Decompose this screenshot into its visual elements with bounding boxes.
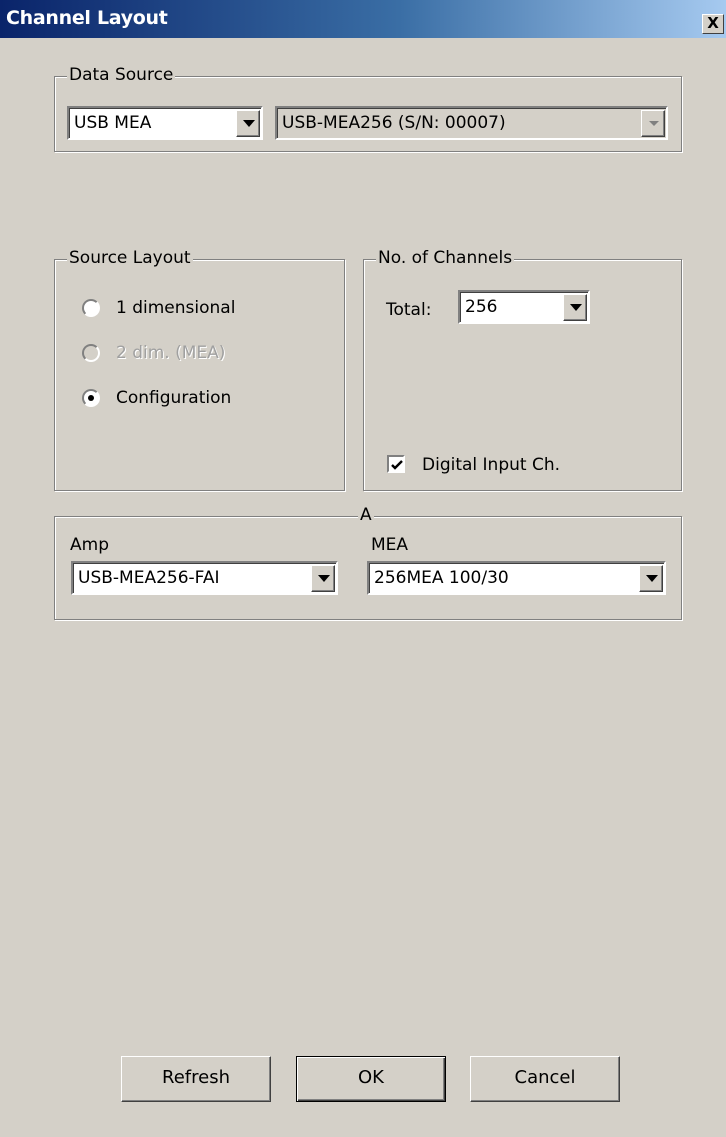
- source-type-select[interactable]: USB MEA: [67, 106, 263, 140]
- channels-legend: No. of Channels: [376, 248, 515, 268]
- chevron-down-icon: [243, 120, 255, 127]
- total-channels-value: 256: [465, 297, 498, 317]
- chevron-down-icon: [318, 575, 330, 582]
- refresh-button[interactable]: Refresh: [121, 1056, 271, 1102]
- close-button[interactable]: X: [702, 14, 724, 34]
- amp-value: USB-MEA256-FAI: [78, 568, 220, 588]
- mea-label: MEA: [371, 535, 409, 555]
- dropdown-button[interactable]: [641, 110, 665, 137]
- radio-selected-dot: [88, 395, 94, 401]
- mea-select[interactable]: 256MEA 100/30: [367, 561, 666, 595]
- window-title: Channel Layout: [6, 7, 168, 29]
- amp-mea-group-legend: A: [358, 505, 374, 525]
- title-bar: Channel Layout X: [0, 0, 726, 38]
- radio-configuration[interactable]: [82, 389, 100, 407]
- ok-button[interactable]: OK: [296, 1056, 446, 1102]
- dropdown-button[interactable]: [311, 565, 335, 592]
- source-layout-legend: Source Layout: [67, 248, 193, 268]
- amp-select[interactable]: USB-MEA256-FAI: [71, 561, 338, 595]
- close-icon: X: [707, 14, 719, 32]
- chevron-down-icon: [646, 575, 658, 582]
- digital-input-checkbox[interactable]: [387, 455, 405, 473]
- source-layout-group: Source Layout: [54, 248, 345, 491]
- radio-2-dim-mea-label[interactable]: 2 dim. (MEA): [116, 343, 225, 363]
- radio-2-dim-mea[interactable]: [82, 344, 100, 362]
- radio-1-dimensional-label[interactable]: 1 dimensional: [116, 298, 235, 318]
- dropdown-button[interactable]: [563, 294, 587, 321]
- checkmark-icon: [391, 460, 403, 470]
- chevron-down-icon: [570, 304, 582, 311]
- source-type-value: USB MEA: [74, 113, 152, 133]
- digital-input-label[interactable]: Digital Input Ch.: [422, 455, 560, 475]
- dropdown-button[interactable]: [639, 565, 663, 592]
- mea-value: 256MEA 100/30: [374, 568, 509, 588]
- device-select[interactable]: USB-MEA256 (S/N: 00007): [275, 106, 668, 140]
- total-channels-select[interactable]: 256: [458, 290, 590, 324]
- data-source-legend: Data Source: [67, 65, 176, 85]
- total-label: Total:: [386, 300, 432, 320]
- device-value: USB-MEA256 (S/N: 00007): [282, 113, 506, 133]
- radio-configuration-label[interactable]: Configuration: [116, 388, 231, 408]
- amp-label: Amp: [70, 535, 109, 555]
- radio-1-dimensional[interactable]: [82, 299, 100, 317]
- cancel-button[interactable]: Cancel: [470, 1056, 620, 1102]
- dropdown-button[interactable]: [236, 110, 260, 137]
- chevron-down-icon: [649, 121, 659, 126]
